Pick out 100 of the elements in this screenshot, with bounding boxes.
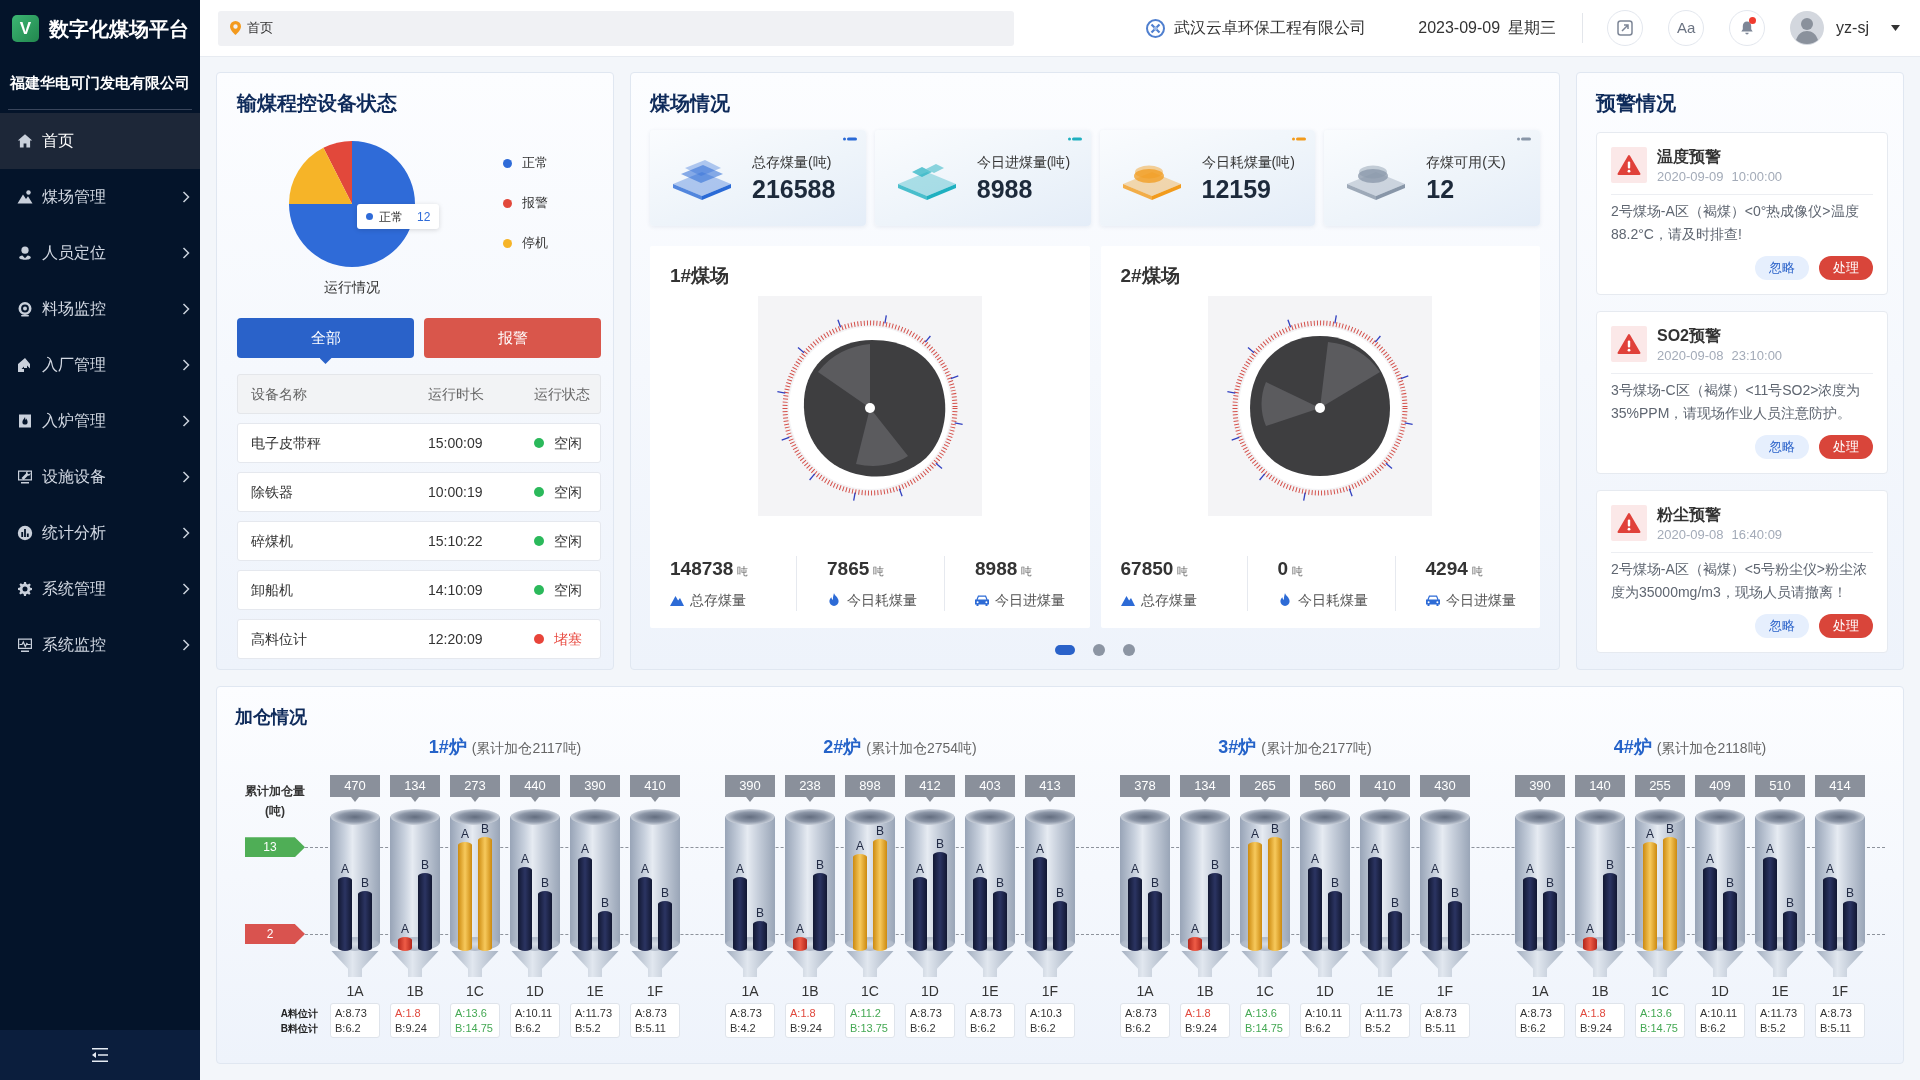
alert-date: 2020-09-09	[1657, 168, 1724, 186]
carousel-dot[interactable]	[1123, 644, 1135, 656]
chart-caption: 运行情况	[324, 278, 380, 297]
gear-icon	[17, 581, 33, 597]
user-name[interactable]: yz-sj	[1836, 16, 1869, 40]
silo-name: 1E	[981, 982, 999, 1001]
bar-label: B	[815, 858, 825, 872]
alert-title: SO2预警	[1657, 326, 1721, 346]
ignore-button[interactable]: 忽略	[1755, 435, 1809, 459]
level-reading: A:10.3	[1030, 1006, 1062, 1021]
chevron-right-icon	[182, 527, 190, 539]
handle-button[interactable]: 处理	[1819, 435, 1873, 459]
panel-title: 输煤程控设备状态	[237, 91, 397, 115]
menu-fold-icon	[91, 1047, 109, 1063]
alert-date: 2020-09-08	[1657, 347, 1724, 365]
silo-name: 1B	[406, 982, 424, 1001]
bar-label: A	[1825, 863, 1835, 877]
expand-button[interactable]	[1607, 10, 1644, 46]
silo-name: 1A	[1531, 982, 1549, 1001]
bar-label: A	[1765, 843, 1775, 857]
menu-item[interactable]: 首页	[0, 113, 200, 169]
count-tag: 378	[1120, 775, 1170, 802]
stat-value: 12	[1426, 174, 1455, 204]
level-reading: B:5.2	[1760, 1021, 1786, 1036]
pin-icon	[230, 21, 241, 35]
metric-value: 67850	[1120, 557, 1174, 581]
bar-label: B	[1605, 858, 1615, 872]
level-reading: B:6.2	[1305, 1021, 1331, 1036]
level-reading: B:13.75	[850, 1021, 888, 1036]
level-reading: B:6.2	[910, 1021, 936, 1036]
font-size-button[interactable]: Aa	[1668, 10, 1705, 46]
monitor-pulse-icon	[17, 637, 33, 653]
avatar-icon[interactable]	[1790, 11, 1825, 45]
table-row[interactable]: 除铁器 10:00:19 空闲	[237, 472, 601, 512]
panel-title: 煤场情况	[650, 91, 730, 115]
emblem-icon	[1146, 18, 1166, 38]
table-row[interactable]: 电子皮带秤 15:00:09 空闲	[237, 423, 601, 463]
count-tag: 134	[1180, 775, 1230, 802]
level-reading: A:10.11	[1700, 1006, 1738, 1021]
alert-message: 3号煤场-C区（褐煤）<11号SO2>浓度为35%PPM，请现场作业人员注意防护。	[1611, 381, 1862, 423]
bar-label: B	[755, 907, 765, 921]
bar-chart-icon	[17, 525, 33, 541]
count-tag: 390	[725, 775, 775, 802]
chevron-right-icon	[182, 415, 190, 427]
level-reading: B:14.75	[455, 1021, 493, 1036]
level-reading: B:6.2	[970, 1021, 996, 1036]
menu-item[interactable]: 设施设备	[0, 449, 200, 505]
table-row[interactable]: 碎煤机 15:10:22 空闲	[237, 521, 601, 561]
menu-item[interactable]: 入炉管理	[0, 393, 200, 449]
level-reading: B:9.24	[395, 1021, 427, 1036]
furnace-total: (累计加仓2117吨)	[471, 739, 582, 758]
menu-item[interactable]: 煤场管理	[0, 169, 200, 225]
stat-label: 存煤可用(天)	[1426, 153, 1506, 172]
alarm-filter-button[interactable]: 报警	[424, 318, 601, 358]
alert-title: 粉尘预警	[1657, 505, 1721, 525]
notification-button[interactable]	[1729, 10, 1766, 46]
status-text: 堵塞	[554, 629, 582, 649]
count-tag: 510	[1755, 775, 1805, 802]
ignore-button[interactable]: 忽略	[1755, 614, 1809, 638]
metric-label: 总存煤量	[690, 591, 746, 610]
menu-item[interactable]: 入厂管理	[0, 337, 200, 393]
menu-item[interactable]: 人员定位	[0, 225, 200, 281]
handle-button[interactable]: 处理	[1819, 614, 1873, 638]
level-reading: A:13.6	[1245, 1006, 1277, 1021]
count-tag: 560	[1300, 775, 1350, 802]
expand-icon	[1617, 20, 1634, 36]
all-filter-button[interactable]: 全部	[237, 318, 414, 358]
bar-label: A	[340, 863, 350, 877]
flame-icon	[1277, 593, 1292, 607]
table-row[interactable]: 高料位计 12:20:09 堵塞	[237, 619, 601, 659]
ignore-button[interactable]: 忽略	[1755, 256, 1809, 280]
silo-name: 1B	[801, 982, 819, 1001]
table-row[interactable]: 卸船机 14:10:09 空闲	[237, 570, 601, 610]
caret-down-icon[interactable]	[1891, 25, 1900, 31]
handle-button[interactable]: 处理	[1819, 256, 1873, 280]
metric-unit: 吨	[873, 564, 885, 579]
menu-item[interactable]: 系统管理	[0, 561, 200, 617]
menu-item[interactable]: 系统监控	[0, 617, 200, 673]
silo-name: 1A	[741, 982, 759, 1001]
count-tag: 403	[965, 775, 1015, 802]
furnace-total: (累计加仓2754吨)	[866, 739, 977, 758]
flame-box-icon	[17, 413, 33, 429]
tooltip-value: 12	[417, 208, 431, 226]
bar-label: B	[1665, 823, 1675, 837]
breadcrumb-link[interactable]: 首页	[247, 18, 273, 38]
count-tag: 238	[785, 775, 835, 802]
bar-label: A	[520, 853, 530, 867]
warning-icon	[1611, 147, 1647, 183]
date-text: 2023-09-09	[1418, 18, 1501, 38]
bar-label: B	[660, 887, 670, 901]
collapse-menu-button[interactable]	[91, 1047, 109, 1063]
level-reading: B:5.11	[635, 1021, 666, 1036]
menu-item[interactable]: 统计分析	[0, 505, 200, 561]
menu-item[interactable]: 料场监控	[0, 281, 200, 337]
metric-unit: 吨	[1471, 564, 1483, 579]
metric-unit: 吨	[737, 564, 749, 579]
weekday-text: 星期三	[1508, 18, 1557, 38]
bar-label: A	[1130, 863, 1140, 877]
axis-title: 累计加仓量	[245, 784, 305, 798]
carousel-dot[interactable]	[1093, 644, 1105, 656]
